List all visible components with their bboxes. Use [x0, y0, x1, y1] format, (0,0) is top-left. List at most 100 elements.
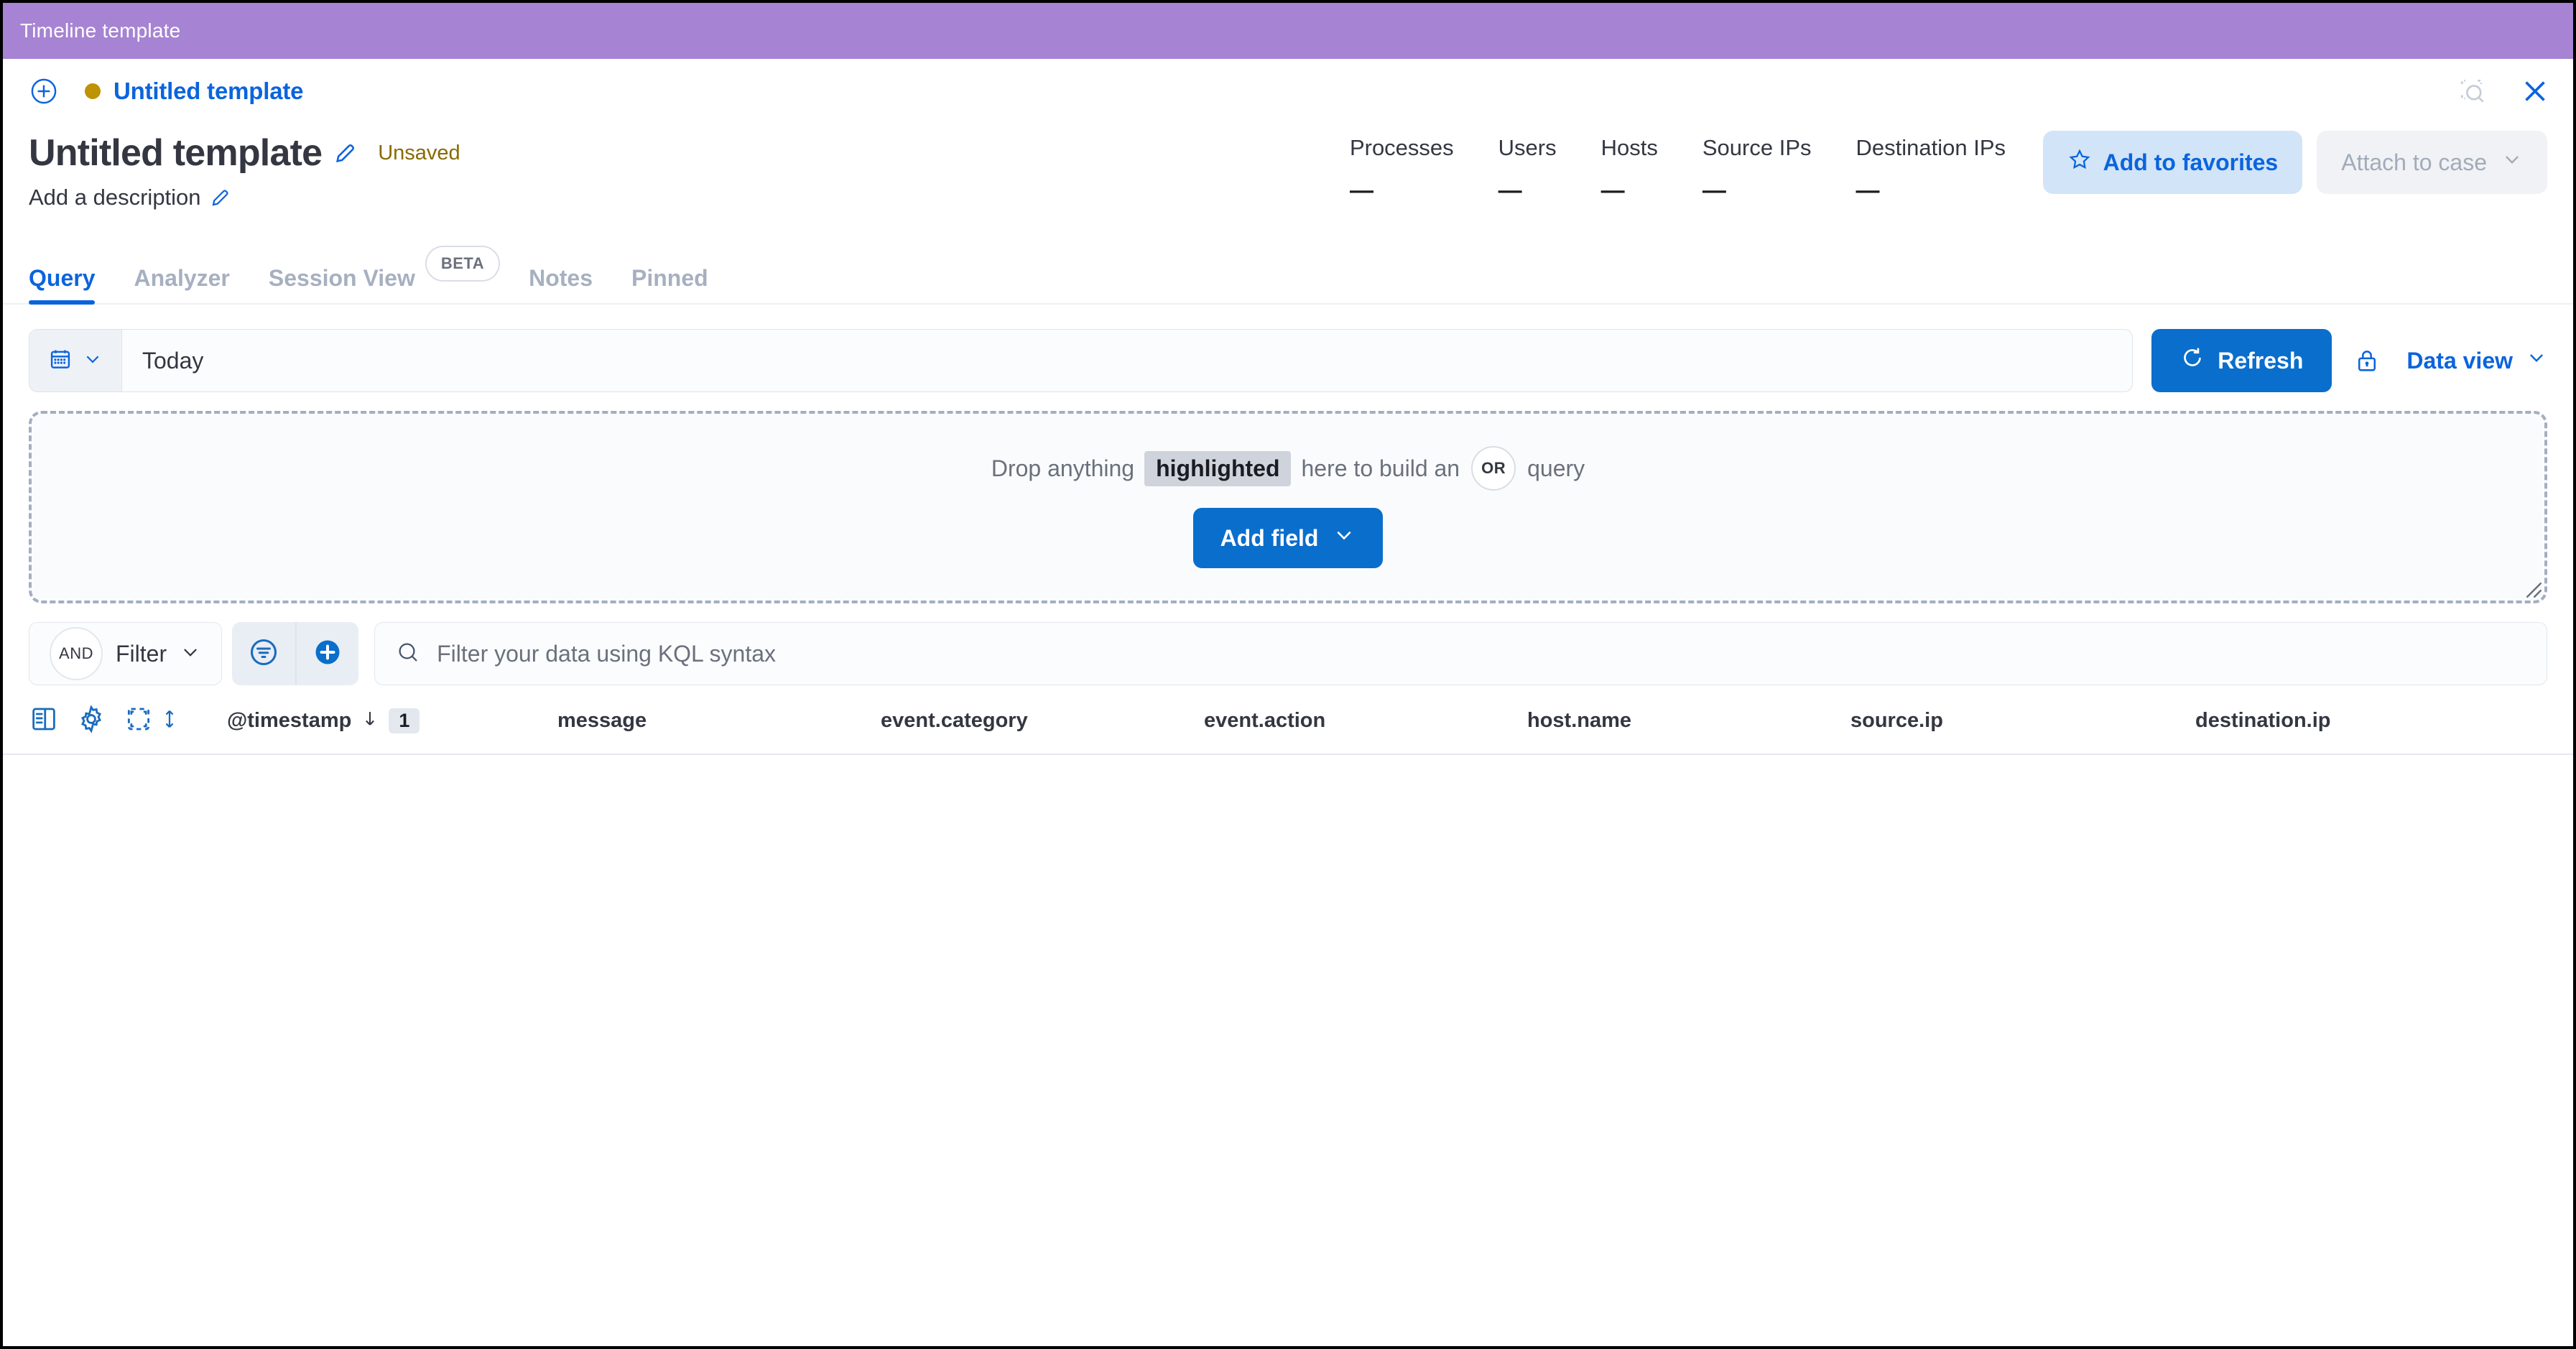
row-height-button[interactable]: [158, 708, 227, 734]
search-icon: [395, 639, 421, 669]
column-header-destination-ip[interactable]: destination.ip: [2195, 709, 2547, 733]
dropzone-highlight: highlighted: [1144, 451, 1291, 486]
column-header-source-ip[interactable]: source.ip: [1850, 709, 2195, 733]
stat-value: —: [1702, 177, 1812, 204]
data-view-label: Data view: [2406, 348, 2513, 374]
stat-label: Users: [1498, 135, 1557, 161]
date-range-value[interactable]: Today: [122, 330, 2132, 391]
filter-label: Filter: [116, 641, 167, 667]
dropzone-text-before: Drop anything: [991, 455, 1134, 482]
header-actions: Add to favorites Attach to case: [2043, 131, 2547, 194]
filter-options-button[interactable]: [232, 622, 295, 685]
page-title: Untitled template: [29, 134, 322, 173]
dropzone-wrap: Drop anything highlighted here to build …: [3, 392, 2573, 603]
stat-source-ips: Source IPs —: [1702, 135, 1856, 204]
pencil-icon[interactable]: [210, 187, 231, 208]
attach-to-case-label: Attach to case: [2341, 149, 2487, 176]
column-label: @timestamp: [227, 709, 351, 733]
tab-bar: Query Analyzer Session View BETA Notes P…: [3, 253, 2573, 305]
pencil-icon[interactable]: [333, 141, 358, 165]
filter-icon-group: [232, 622, 358, 685]
beta-badge: BETA: [425, 246, 500, 282]
add-timeline-icon[interactable]: [29, 76, 59, 106]
attach-to-case-button[interactable]: Attach to case: [2317, 131, 2547, 194]
flyout-title: Timeline template: [20, 19, 180, 42]
timeline-template-flyout: Timeline template Untitled template: [3, 3, 2573, 1346]
stat-label: Hosts: [1601, 135, 1658, 161]
table-toolbar: [29, 704, 158, 738]
tab-session-view-label: Session View: [269, 265, 415, 292]
columns-icon[interactable]: [29, 704, 59, 738]
add-field-button[interactable]: Add field: [1193, 508, 1384, 568]
chevron-down-icon: [180, 641, 201, 667]
events-table-body: [3, 755, 2573, 1301]
add-to-favorites-label: Add to favorites: [2103, 149, 2279, 176]
search-input[interactable]: [437, 641, 2526, 667]
close-icon[interactable]: [2519, 75, 2552, 108]
stat-value: —: [1856, 177, 2006, 204]
title-block: Untitled template Unsaved Add a descript…: [3, 124, 2573, 253]
tab-query[interactable]: Query: [29, 265, 95, 303]
plus-circle-icon: [311, 636, 344, 672]
chevron-down-icon: [2501, 149, 2523, 176]
column-header-timestamp[interactable]: @timestamp 1: [227, 708, 557, 734]
description-placeholder[interactable]: Add a description: [29, 185, 201, 210]
stat-processes: Processes —: [1350, 135, 1498, 204]
stat-value: —: [1498, 177, 1557, 204]
breadcrumb-link[interactable]: Untitled template: [113, 78, 303, 105]
stat-hosts: Hosts —: [1601, 135, 1702, 204]
chevron-down-icon: [83, 349, 103, 373]
stat-users: Users —: [1498, 135, 1601, 204]
add-to-favorites-button[interactable]: Add to favorites: [2043, 131, 2303, 194]
stat-destination-ips: Destination IPs —: [1856, 135, 2006, 204]
data-view-button[interactable]: Data view: [2406, 347, 2547, 374]
stat-value: —: [1350, 177, 1454, 204]
or-badge: OR: [1471, 446, 1516, 491]
add-field-label: Add field: [1220, 525, 1319, 552]
tab-notes[interactable]: Notes: [529, 265, 593, 303]
filter-bar: AND Filter: [3, 603, 2573, 685]
tab-session-view[interactable]: Session View BETA: [269, 246, 500, 303]
column-header-event-action[interactable]: event.action: [1204, 709, 1527, 733]
stat-label: Processes: [1350, 135, 1454, 161]
chevron-down-icon: [2526, 347, 2547, 374]
sort-rank-badge: 1: [389, 708, 420, 733]
filter-group-button[interactable]: AND Filter: [29, 622, 222, 685]
chevron-down-icon: [1333, 524, 1356, 552]
column-header-host-name[interactable]: host.name: [1527, 709, 1850, 733]
column-header-event-category[interactable]: event.category: [881, 709, 1204, 733]
gear-icon[interactable]: [76, 704, 106, 738]
dropzone-instruction: Drop anything highlighted here to build …: [991, 446, 1585, 491]
and-badge: AND: [50, 627, 103, 680]
events-table-header: @timestamp 1 message event.category even…: [3, 685, 2573, 755]
kql-search-bar[interactable]: [374, 622, 2547, 685]
lock-icon[interactable]: [2353, 347, 2381, 374]
unsaved-dot-icon: [85, 83, 101, 99]
dropzone-text-after: query: [1527, 455, 1585, 482]
breadcrumb: Untitled template: [3, 59, 2573, 124]
add-filter-button[interactable]: [295, 622, 358, 685]
date-quick-select-button[interactable]: [29, 330, 122, 391]
sort-updown-icon: [158, 708, 181, 734]
stat-value: —: [1601, 177, 1658, 204]
refresh-label: Refresh: [2218, 348, 2303, 374]
dropzone-text-middle: here to build an: [1301, 455, 1460, 482]
column-header-message[interactable]: message: [557, 709, 881, 733]
refresh-button[interactable]: Refresh: [2151, 329, 2332, 392]
timeline-stats: Processes — Users — Hosts — Source IPs —…: [1350, 135, 2006, 204]
refresh-icon: [2180, 346, 2205, 376]
stat-label: Source IPs: [1702, 135, 1812, 161]
stat-label: Destination IPs: [1856, 135, 2006, 161]
dropzone-resize-handle[interactable]: [2521, 578, 2543, 599]
inspect-icon[interactable]: [2457, 75, 2488, 107]
fullscreen-icon[interactable]: [124, 704, 154, 738]
filter-icon: [247, 636, 280, 672]
query-builder-dropzone[interactable]: Drop anything highlighted here to build …: [29, 411, 2547, 603]
star-icon: [2067, 147, 2092, 177]
date-picker[interactable]: Today: [29, 329, 2133, 392]
tab-pinned[interactable]: Pinned: [631, 265, 708, 303]
tab-analyzer[interactable]: Analyzer: [134, 265, 229, 303]
status-badge: Unsaved: [378, 142, 460, 165]
calendar-icon: [48, 347, 73, 375]
flyout-header: Timeline template: [3, 3, 2573, 59]
